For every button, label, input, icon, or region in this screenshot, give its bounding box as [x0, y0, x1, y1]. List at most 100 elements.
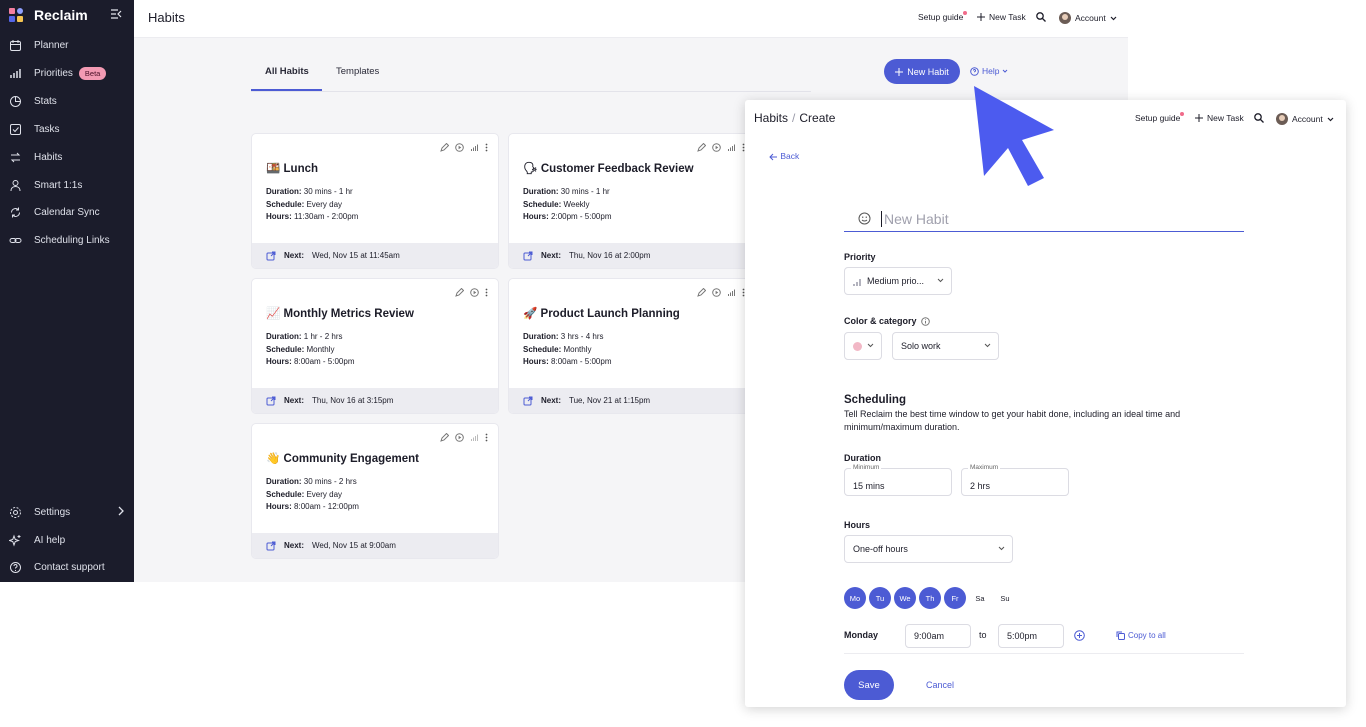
sidebar-item-stats[interactable]: Stats [9, 91, 57, 111]
setup-guide-link[interactable]: Setup guide [1135, 112, 1184, 123]
next-occurrence[interactable]: Next: Wed, Nov 15 at 11:45am [252, 243, 498, 268]
next-occurrence[interactable]: Next: Thu, Nov 16 at 3:15pm [252, 388, 498, 413]
day-toggle-th[interactable]: Th [919, 587, 941, 609]
copy-to-all-button[interactable]: Copy to all [1116, 631, 1166, 640]
setup-guide-link[interactable]: Setup guide [918, 11, 967, 22]
back-link[interactable]: Back [769, 151, 799, 161]
sidebar-item-label: AI help [34, 534, 66, 546]
stats-bars-icon[interactable] [727, 143, 736, 152]
save-button[interactable]: Save [844, 670, 894, 700]
duration-label: Duration: [266, 187, 302, 196]
help-menu[interactable]: Help [970, 66, 1008, 76]
sidebar-item-ai-help[interactable]: AI help [9, 530, 65, 550]
hours-label: Hours [844, 520, 871, 530]
edit-icon[interactable] [440, 143, 449, 152]
start-time-field[interactable]: 9:00am [905, 624, 971, 648]
next-occurrence[interactable]: Next: Wed, Nov 15 at 9:00am [252, 533, 498, 558]
play-icon[interactable] [470, 288, 479, 297]
play-icon[interactable] [712, 288, 721, 297]
habit-emoji: 🚀 [523, 308, 538, 320]
color-category-label: Color & category [844, 316, 930, 326]
sidebar-item-smart-1-1s[interactable]: Smart 1:1s [9, 175, 82, 195]
day-toggle-fr[interactable]: Fr [944, 587, 966, 609]
color-swatch [853, 341, 862, 351]
new-task-label: New Task [1207, 113, 1244, 123]
category-select[interactable]: Solo work [892, 332, 999, 360]
new-task-button[interactable]: New Task [977, 12, 1026, 22]
play-icon[interactable] [712, 143, 721, 152]
edit-icon[interactable] [697, 143, 706, 152]
sidebar-item-label: Settings [34, 506, 71, 518]
search-icon[interactable] [1254, 113, 1264, 123]
max-duration-field[interactable]: Maximum 2 hrs [961, 464, 1069, 496]
collapse-sidebar-icon[interactable] [110, 9, 122, 19]
day-toggle-su[interactable]: Su [994, 587, 1016, 609]
sync-icon [9, 206, 22, 219]
edit-icon[interactable] [455, 288, 464, 297]
priority-select[interactable]: Medium prio... [844, 267, 952, 295]
day-toggle-we[interactable]: We [894, 587, 916, 609]
day-toggle-tu[interactable]: Tu [869, 587, 891, 609]
end-time-field[interactable]: 5:00pm [998, 624, 1064, 648]
app-logo[interactable]: Reclaim [9, 7, 88, 23]
tab-all-habits[interactable]: All Habits [265, 66, 309, 77]
help-circle-icon [970, 66, 979, 76]
hours-select[interactable]: One-off hours [844, 535, 1013, 563]
day-toggle-sa[interactable]: Sa [969, 587, 991, 609]
more-icon[interactable] [485, 288, 488, 297]
account-menu[interactable]: Account [1276, 113, 1334, 125]
stats-bars-icon[interactable] [470, 433, 479, 442]
sidebar-item-calendar-sync[interactable]: Calendar Sync [9, 202, 100, 222]
sidebar-item-planner[interactable]: Planner [9, 35, 68, 55]
chevron-down-icon [998, 546, 1005, 551]
sidebar-item-tasks[interactable]: Tasks [9, 119, 60, 139]
hours-value: 8:00am - 12:00pm [294, 502, 359, 512]
hours-value: 11:30am - 2:00pm [294, 212, 359, 222]
color-select[interactable] [844, 332, 882, 360]
sidebar-item-settings[interactable]: Settings [9, 502, 125, 522]
sidebar-item-habits[interactable]: Habits [9, 147, 62, 167]
new-task-button[interactable]: New Task [1195, 113, 1244, 123]
cancel-button[interactable]: Cancel [926, 680, 954, 690]
habit-meta: Duration: 30 mins - 1 hr Schedule: Every… [266, 186, 358, 224]
habit-card[interactable]: 👋 Community Engagement Duration: 30 mins… [251, 423, 499, 559]
stats-bars-icon[interactable] [470, 143, 479, 152]
new-habit-button[interactable]: New Habit [884, 59, 960, 84]
copy-icon [1116, 631, 1125, 640]
tab-templates[interactable]: Templates [336, 66, 379, 77]
chevron-down-icon [1002, 69, 1008, 73]
search-icon[interactable] [1036, 12, 1046, 22]
more-icon[interactable] [485, 433, 488, 442]
next-occurrence[interactable]: Next: Thu, Nov 16 at 2:00pm [509, 243, 755, 268]
emoji-picker-icon[interactable] [858, 212, 871, 225]
sidebar-item-contact-support[interactable]: Contact support [9, 557, 105, 577]
habit-card[interactable]: 🍱 Lunch Duration: 30 mins - 1 hr Schedul… [251, 133, 499, 269]
duration-value: 30 mins - 2 hrs [303, 477, 357, 486]
stats-bars-icon[interactable] [727, 288, 736, 297]
play-icon[interactable] [455, 143, 464, 152]
new-habit-label: New Habit [907, 66, 949, 77]
duration-label: Duration: [266, 332, 302, 341]
habit-name-input[interactable] [881, 210, 1221, 227]
card-actions [455, 288, 488, 297]
breadcrumb-separator: / [792, 111, 796, 125]
habit-title: 🚀 Product Launch Planning [523, 306, 680, 320]
more-icon[interactable] [485, 143, 488, 152]
breadcrumb-root[interactable]: Habits [754, 111, 788, 125]
play-icon[interactable] [455, 433, 464, 442]
habit-title: 🗣 Customer Feedback Review [523, 161, 694, 175]
sidebar-item-priorities[interactable]: Priorities Beta [9, 63, 107, 83]
habit-card[interactable]: 🗣 Customer Feedback Review Duration: 30 … [508, 133, 756, 269]
sidebar-item-scheduling-links[interactable]: Scheduling Links [9, 230, 110, 250]
schedule-value: Every day [306, 489, 343, 499]
day-toggle-mo[interactable]: Mo [844, 587, 866, 609]
next-occurrence[interactable]: Next: Tue, Nov 21 at 1:15pm [509, 388, 755, 413]
edit-icon[interactable] [440, 433, 449, 442]
hours-value: 8:00am - 5:00pm [294, 357, 355, 367]
edit-icon[interactable] [697, 288, 706, 297]
habit-card[interactable]: 📈 Monthly Metrics Review Duration: 1 hr … [251, 278, 499, 414]
account-menu[interactable]: Account [1059, 12, 1117, 24]
min-duration-field[interactable]: Minimum 15 mins [844, 464, 952, 496]
add-time-icon[interactable] [1074, 630, 1085, 641]
habit-card[interactable]: 🚀 Product Launch Planning Duration: 3 hr… [508, 278, 756, 414]
